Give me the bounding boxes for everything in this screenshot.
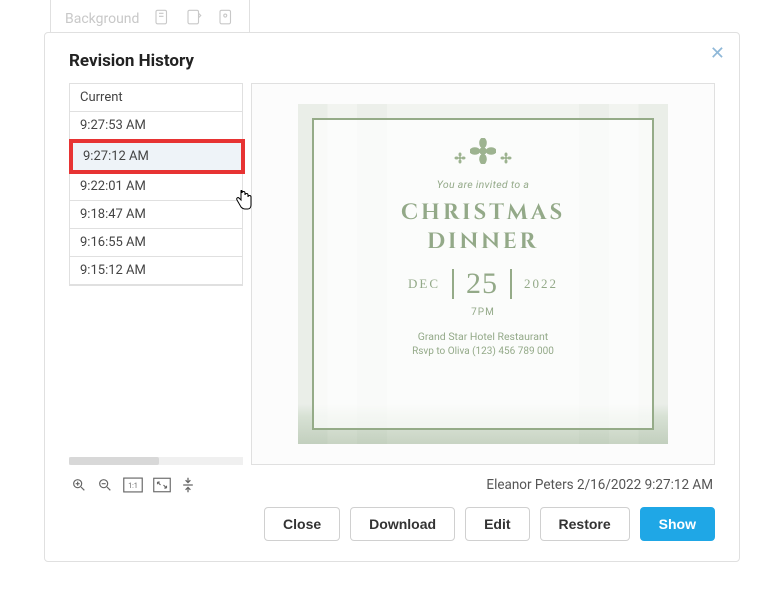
card-date-row: DEC 25 2022 [408, 267, 558, 301]
close-icon[interactable]: ✕ [710, 43, 725, 64]
card-year: 2022 [524, 276, 558, 292]
fit-icon[interactable] [153, 477, 171, 493]
zoom-in-icon[interactable] [71, 477, 87, 493]
modal-title: Revision History [69, 51, 715, 71]
card-venue: Grand Star Hotel Restaurant [418, 330, 548, 343]
collapse-icon[interactable] [181, 477, 195, 493]
card-month: DEC [408, 276, 440, 292]
modal-button-row: Close Download Edit Restore Show [69, 507, 715, 541]
show-button[interactable]: Show [640, 507, 715, 541]
zoom-out-icon[interactable] [97, 477, 113, 493]
revision-scrollbar[interactable] [69, 457, 243, 465]
revision-item[interactable]: 9:18:47 AM [70, 201, 242, 229]
revision-item[interactable]: 9:16:55 AM [70, 229, 242, 257]
background-label: Background [65, 11, 139, 27]
card-title-2: Dinner [427, 228, 539, 257]
revision-item[interactable]: 9:15:12 AM [70, 257, 242, 285]
revision-meta: Eleanor Peters 2/16/2022 9:27:12 AM [486, 477, 713, 493]
card-day: 25 [466, 267, 498, 301]
bg-icon-1 [153, 8, 171, 30]
bg-icon-3 [217, 8, 235, 30]
download-button[interactable]: Download [350, 507, 455, 541]
invitation-card: You are invited to a Christmas Dinner DE… [298, 104, 668, 444]
revision-item[interactable]: 9:22:01 AM [70, 173, 242, 201]
card-title-1: Christmas [401, 199, 565, 228]
revision-list: Current 9:27:53 AM 9:27:12 AM 9:22:01 AM… [69, 83, 243, 286]
revision-item-selected[interactable]: 9:27:12 AM [69, 139, 245, 174]
zoom-actual-icon[interactable]: 1:1 [123, 477, 143, 493]
revision-history-modal: ✕ Revision History Current 9:27:53 AM 9:… [44, 32, 740, 562]
zoom-toolbar: 1:1 [71, 477, 195, 493]
revision-item[interactable]: 9:27:53 AM [70, 112, 242, 140]
card-rsvp: Rsvp to Oliva (123) 456 789 000 [412, 346, 554, 357]
revision-preview: You are invited to a Christmas Dinner DE… [251, 83, 715, 465]
close-button[interactable]: Close [264, 507, 340, 541]
bg-icon-2 [185, 8, 203, 30]
revision-item-current[interactable]: Current [70, 84, 242, 112]
revision-scrollbar-thumb[interactable] [69, 457, 159, 465]
restore-button[interactable]: Restore [540, 507, 630, 541]
svg-text:1:1: 1:1 [128, 482, 137, 490]
edit-button[interactable]: Edit [465, 507, 529, 541]
invited-text: You are invited to a [437, 178, 529, 191]
flower-icon [454, 138, 512, 164]
card-time: 7PM [471, 307, 495, 318]
